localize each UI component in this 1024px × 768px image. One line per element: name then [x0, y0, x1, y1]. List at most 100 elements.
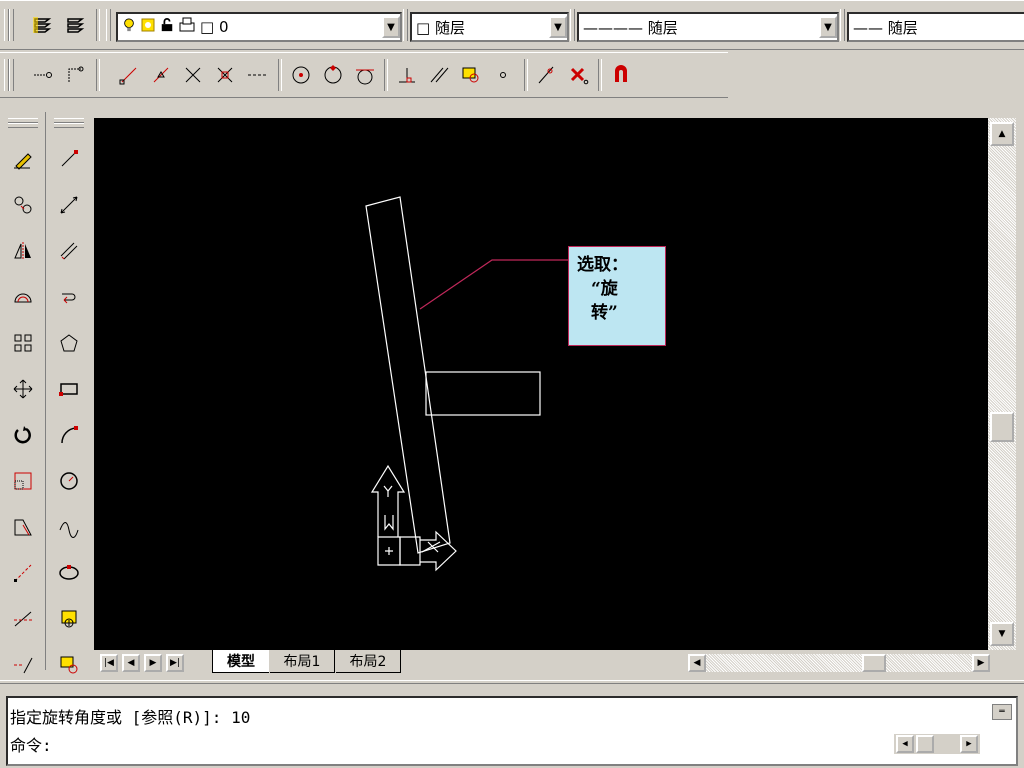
make-block-icon[interactable] [56, 652, 82, 678]
polygon-icon[interactable] [56, 330, 82, 356]
snap-node-icon[interactable] [490, 62, 516, 88]
toolbar-grip [840, 9, 845, 41]
lengthen-icon[interactable] [10, 560, 36, 586]
separator [96, 9, 100, 41]
separator [598, 59, 602, 91]
tab-layout2-label: 布局2 [349, 654, 387, 670]
arc-icon[interactable] [56, 422, 82, 448]
layer-name: □ 0 [200, 18, 229, 36]
tab-model[interactable]: 模型 [212, 650, 269, 673]
splitter[interactable] [0, 680, 1024, 684]
erase-icon[interactable] [10, 146, 36, 172]
line-icon[interactable] [56, 146, 82, 172]
vertical-scrollbar[interactable]: ▲ ▼ [988, 118, 1016, 650]
osnap-settings-icon[interactable] [608, 62, 634, 88]
ellipse-icon[interactable] [56, 560, 82, 586]
snap-quadrant-icon[interactable] [320, 62, 346, 88]
snap-endpoint-icon[interactable] [116, 62, 142, 88]
temporary-tracking-point-icon[interactable] [30, 62, 56, 88]
scroll-up-button[interactable]: ▲ [990, 122, 1014, 146]
drawing-canvas[interactable]: 选取： “旋 转” [94, 118, 988, 650]
sun-freeze-icon[interactable] [140, 17, 156, 37]
tab-layout1-label: 布局1 [283, 654, 321, 670]
last-tab-button[interactable]: ▶| [166, 654, 184, 672]
trim-icon[interactable] [10, 606, 36, 632]
first-tab-button[interactable]: |◀ [100, 654, 118, 672]
extend-icon[interactable] [10, 652, 36, 678]
modify-toolbar [0, 112, 46, 674]
dropdown-arrow-icon[interactable]: ▼ [382, 16, 400, 38]
snap-extension-icon[interactable] [244, 62, 270, 88]
scroll-right-button[interactable]: ▶ [972, 654, 990, 672]
snap-insertion-icon[interactable] [458, 62, 484, 88]
command-resize-grip[interactable]: ═ [992, 704, 1012, 720]
lineweight-control-combo[interactable]: —— 随层 [847, 12, 1024, 42]
construction-line-icon[interactable] [56, 192, 82, 218]
stretch-icon[interactable] [10, 514, 36, 540]
object-snap-toolbar [0, 52, 728, 98]
draw-toolbar [46, 112, 92, 674]
drawing-svg [365, 196, 568, 572]
spline-icon[interactable] [56, 514, 82, 540]
color-value: □ 随层 [416, 18, 465, 37]
layout-tab-bar: |◀ ◀ ▶ ▶| 模型 布局1 布局2 ◀ ▶ [94, 650, 1016, 678]
color-control-combo[interactable]: □ 随层 ▼ [410, 12, 569, 42]
move-icon[interactable] [10, 376, 36, 402]
dropdown-arrow-icon[interactable]: ▼ [549, 16, 567, 38]
snap-from-icon[interactable] [62, 62, 88, 88]
callout-line-1: 选取： [577, 255, 628, 275]
command-scroll-thumb[interactable] [916, 735, 934, 753]
snap-center-icon[interactable] [288, 62, 314, 88]
ucs-icon [370, 464, 457, 572]
previous-tab-button[interactable]: ◀ [122, 654, 140, 672]
multiline-icon[interactable] [56, 238, 82, 264]
layer-manager-icon[interactable] [30, 12, 56, 38]
rectangle-icon[interactable] [56, 376, 82, 402]
command-window[interactable]: 指定旋转角度或 [参照(R)]: 10 命令: ◀ ▶ ═ [6, 696, 1018, 766]
snap-none-icon[interactable] [566, 62, 592, 88]
small-rectangle[interactable] [425, 371, 541, 416]
command-scrollbar[interactable]: ◀ ▶ [894, 734, 980, 754]
horizontal-scroll-thumb[interactable] [862, 654, 886, 672]
copy-object-icon[interactable] [10, 192, 36, 218]
offset-icon[interactable] [10, 284, 36, 310]
layer-control-combo[interactable]: □ 0 ▼ [116, 12, 402, 42]
scale-icon[interactable] [10, 468, 36, 494]
callout-line-3: 转” [591, 303, 618, 323]
snap-midpoint-icon[interactable] [148, 62, 174, 88]
snap-intersection-icon[interactable] [180, 62, 206, 88]
layer-previous-icon[interactable] [62, 12, 88, 38]
scroll-left-button[interactable]: ◀ [688, 654, 706, 672]
array-icon[interactable] [10, 330, 36, 356]
plot-printer-icon[interactable] [178, 17, 196, 37]
command-scroll-left-button[interactable]: ◀ [896, 735, 914, 753]
callout-label: 选取： “旋 转” [568, 246, 666, 346]
snap-parallel-icon[interactable] [426, 62, 452, 88]
dropdown-arrow-icon[interactable]: ▼ [819, 16, 837, 38]
snap-perpendicular-icon[interactable] [394, 62, 420, 88]
mirror-icon[interactable] [10, 238, 36, 264]
command-scroll-right-button[interactable]: ▶ [960, 735, 978, 753]
separator [278, 59, 282, 91]
circle-icon[interactable] [56, 468, 82, 494]
insert-block-icon[interactable] [56, 606, 82, 632]
scroll-down-button[interactable]: ▼ [990, 622, 1014, 646]
next-tab-button[interactable]: ▶ [144, 654, 162, 672]
separator [524, 59, 528, 91]
tab-layout2[interactable]: 布局2 [336, 650, 401, 673]
vertical-scroll-thumb[interactable] [990, 412, 1014, 442]
rotate-icon[interactable] [10, 422, 36, 448]
separator [96, 59, 100, 91]
toolbar-grip [9, 59, 14, 91]
command-prompt[interactable]: 命令: [10, 732, 52, 756]
horizontal-scrollbar[interactable]: ◀ ▶ [688, 654, 990, 672]
snap-apparent-intersection-icon[interactable] [212, 62, 238, 88]
linetype-control-combo[interactable]: ———— 随层 ▼ [577, 12, 839, 42]
tab-layout1[interactable]: 布局1 [270, 650, 335, 673]
polyline-icon[interactable] [56, 284, 82, 310]
lightbulb-icon[interactable] [122, 16, 136, 38]
snap-tangent-icon[interactable] [352, 62, 378, 88]
layers-toolbar: □ 0 ▼ □ 随层 ▼ ———— 随层 ▼ —— 随层 [0, 0, 1024, 50]
snap-nearest-icon[interactable] [534, 62, 560, 88]
lock-icon[interactable] [160, 16, 174, 38]
